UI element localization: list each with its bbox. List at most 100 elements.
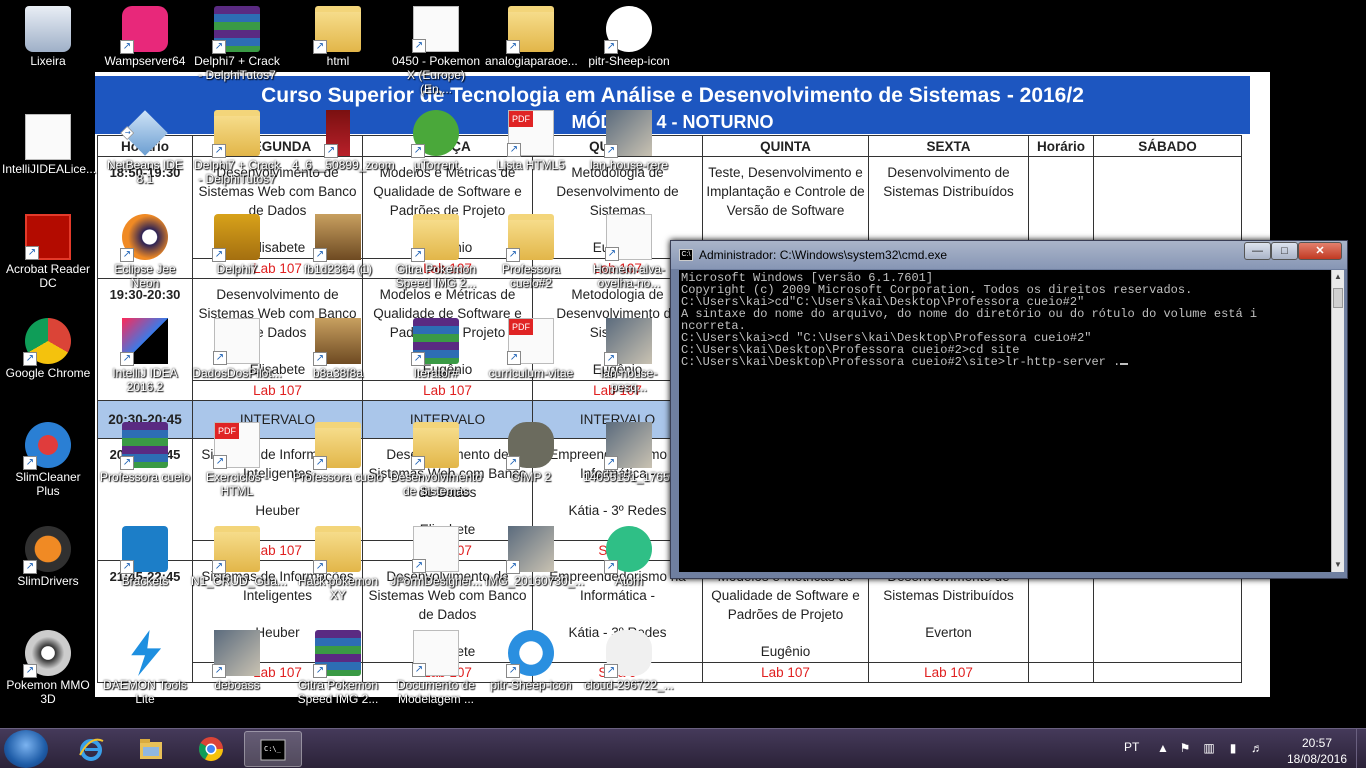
taskbar-ie[interactable] [62, 731, 120, 767]
desktop-icon[interactable]: ↗ Delphi7 + Crack - DelphiTutos7 [191, 6, 283, 84]
scroll-thumb[interactable] [1333, 288, 1343, 308]
volume-icon[interactable]: ♬ [1250, 741, 1264, 755]
desktop-icon[interactable]: ↗ Gitra Pokemon Speed IMG 2... [292, 630, 384, 708]
cmd-title-bar[interactable]: C:\ Administrador: C:\Windows\system32\c… [671, 241, 1347, 269]
close-button[interactable]: ✕ [1298, 242, 1342, 260]
desktop-icon[interactable]: ↗ SlimCleaner Plus [2, 422, 94, 500]
shortcut-arrow-icon: ↗ [507, 143, 521, 157]
desktop-icon[interactable]: IntelliJIDEALice... [2, 114, 96, 192]
desktop-icon[interactable]: ↗ Acrobat Reader DC [2, 214, 94, 292]
desktop-icon[interactable]: ↗ cloud-296722_... [583, 630, 675, 708]
desktop-icon[interactable]: ↗ DAEMON Tools Lite [99, 630, 191, 708]
desktop-icon-label: deboass [214, 678, 260, 692]
clock-date[interactable]: 18/08/2016 [1282, 752, 1352, 766]
desktop-icon[interactable]: ↗ Homem-alva-ovelha-no... [583, 214, 675, 292]
shortcut-arrow-icon: ↗ [324, 144, 338, 158]
folder-chrome-icon: ↗ [313, 6, 361, 54]
desktop-icon[interactable]: ↗Lista HTML5 [485, 110, 577, 188]
desktop-icon[interactable]: ↗ b8a38f8a [292, 318, 384, 396]
signal-icon[interactable]: ▮ [1226, 741, 1240, 755]
language-indicator[interactable]: PT [1124, 740, 1139, 754]
desktop-icon[interactable]: ↗ GIMP 2 [485, 422, 577, 500]
cmd-console-output[interactable]: Microsoft Windows [versão 6.1.7601] Copyr… [679, 270, 1331, 572]
cmd-window[interactable]: C:\ Administrador: C:\Windows\system32\c… [670, 240, 1348, 579]
desktop-icon[interactable]: ↗ Delphi7 [191, 214, 283, 292]
desktop-icon[interactable]: ↗ lan-house-rere [583, 110, 675, 188]
desktop-icon[interactable]: ↗ SlimDrivers [2, 526, 94, 604]
desktop-icon[interactable]: ↗ Wampserver64 [99, 6, 191, 84]
desktop-icon[interactable]: ↗ Iterator# [390, 318, 482, 396]
desktop-icon[interactable]: ↗ Delphi7 + Crack - DelphiTutos7 [191, 110, 283, 188]
minimize-button[interactable]: — [1244, 242, 1271, 260]
taskbar-chrome[interactable] [182, 731, 240, 767]
card-image-icon: ↗ [313, 214, 361, 262]
desktop-icon-label: Iterator# [413, 366, 459, 380]
scroll-up-icon[interactable]: ▲ [1332, 270, 1344, 284]
shortcut-arrow-icon: ↗ [212, 248, 226, 262]
maximize-button[interactable]: □ [1271, 242, 1298, 260]
desktop-icon[interactable]: ↗ Pokemon MMO 3D [2, 630, 94, 708]
desktop-icon[interactable]: ↗ Hack pokemon XY [292, 526, 384, 604]
shortcut-arrow-icon: ↗ [604, 560, 618, 574]
saturday-cell [1093, 662, 1242, 683]
scroll-down-icon[interactable]: ▼ [1332, 558, 1344, 572]
shortcut-arrow-icon: ↗ [212, 664, 226, 678]
action-center-icon[interactable]: ⚑ [1178, 741, 1192, 755]
schedule-header-4: QUINTA [702, 135, 869, 157]
desktop-icon[interactable]: ↗ NetBeans IDE 8.1 [99, 110, 191, 188]
show-desktop-button[interactable] [1356, 729, 1366, 768]
desktop-icon[interactable]: ↗ deboass [191, 630, 283, 708]
desktop-icon[interactable]: ↗ pitr-Sheep-icon [583, 6, 675, 84]
desktop-icon[interactable]: ↗Exercicios - HTML [191, 422, 283, 500]
desktop-icon-label: 0450 - Pokemon X (Europe) (En,... [391, 54, 481, 96]
desktop-icon[interactable]: ↗ IntelliJ IDEA 2016.2 [99, 318, 191, 396]
desktop-icon-label: Atom [614, 574, 643, 588]
desktop-icon[interactable]: ↗ Eclipse Jee Neon [99, 214, 191, 292]
desktop-icon[interactable]: ↗ Desenvolvimento de Sistemas [390, 422, 482, 500]
desktop-icon-label: analogiaparaoe... [485, 54, 578, 68]
taskbar-explorer[interactable] [122, 731, 180, 767]
desktop-icon[interactable]: ↗ JFormDesigner... [390, 526, 482, 604]
pdf-icon: ↗ [507, 318, 554, 365]
desktop-icon[interactable]: ↗curriculum-vitae [485, 318, 577, 396]
desktop-icon[interactable]: ↗ Professora cueio#2 [485, 214, 577, 292]
desktop-icon[interactable]: ↗ Gitra Pokemon Speed IMG 2... [390, 214, 482, 292]
room-cell: Lab 107 [868, 662, 1029, 683]
desktop-icon[interactable]: ↗ pitr-Sheep-icon [485, 630, 577, 708]
desktop-icon[interactable]: ↗ lan-house-pesq... [583, 318, 675, 396]
desktop-icon[interactable]: ↗ Brackets [99, 526, 191, 604]
desktop-icon[interactable]: ↗ html [292, 6, 384, 84]
taskbar-cmd[interactable]: C:\_ [244, 731, 302, 767]
desktop-icon[interactable]: ↗ Professora cueio [99, 422, 191, 500]
desktop-icon-label: lan-house-rere [589, 158, 669, 172]
winrar-icon: ↗ [313, 630, 361, 678]
show-hidden-icons-icon[interactable]: ▲ [1156, 741, 1170, 755]
desktop-icon[interactable]: ↗ Professora cueio [292, 422, 384, 500]
start-button[interactable] [4, 730, 48, 768]
file-explorer-icon [140, 739, 162, 759]
desktop-icon[interactable]: ↗ Atom [583, 526, 675, 604]
room-cell: Lab 107 [702, 662, 869, 683]
folder-icon: ↗ [411, 422, 459, 470]
desktop-icon[interactable]: ↗ 4_6__50899_zoom [292, 110, 395, 188]
desktop-icon[interactable]: ↗ Google Chrome [2, 318, 94, 396]
desktop-icon-label: curriculum-vitae [488, 366, 574, 380]
desktop-icon[interactable]: ↗ µTorrent [390, 110, 482, 188]
desktop-icon[interactable]: ↗ DadosDosPilot... [191, 318, 283, 396]
desktop[interactable]: Curso Superior de Tecnologia em Análise … [0, 0, 1366, 728]
network-icon[interactable]: ▥ [1202, 741, 1216, 755]
bottle-image-icon: ↗ [324, 110, 350, 158]
clock-time[interactable]: 20:57 [1282, 736, 1352, 750]
desktop-icon[interactable]: ↗ Documento de Modelagem ... [390, 630, 482, 708]
desktop-icon[interactable]: Lixeira [2, 6, 94, 84]
desktop-icon[interactable]: ↗ N1_CRUD_Gua... [191, 526, 287, 604]
desktop-icon-label: NetBeans IDE 8.1 [106, 158, 184, 186]
desktop-icon-label: Wampserver64 [104, 54, 186, 68]
desktop-icon[interactable]: ↗ fb1d2364 (1) [292, 214, 384, 292]
desktop-icon[interactable]: ↗ 0450 - Pokemon X (Europe) (En,... [390, 6, 482, 96]
desktop-icon[interactable]: ↗ analogiaparaoe... [485, 6, 578, 84]
desktop-icon[interactable]: ↗ 14055151_1765... [583, 422, 680, 500]
folder-icon: ↗ [212, 110, 260, 158]
cmd-scrollbar[interactable]: ▲ ▼ [1331, 270, 1344, 572]
desktop-icon[interactable]: ↗ IMG_20160730_... [485, 526, 584, 604]
